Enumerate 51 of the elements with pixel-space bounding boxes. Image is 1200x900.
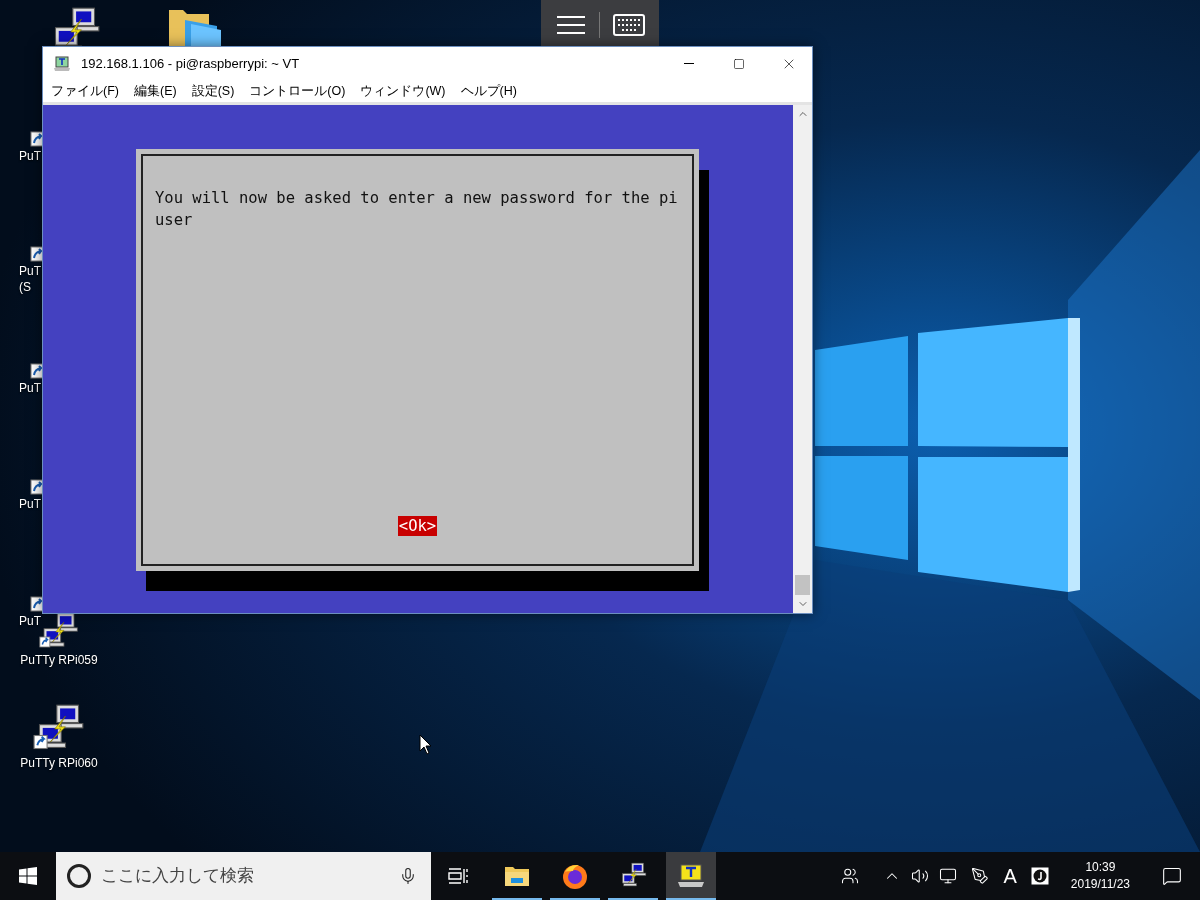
mouse-cursor-icon [419, 734, 432, 755]
minimize-icon [684, 63, 694, 64]
ime-mode-indicator[interactable]: A [1003, 861, 1017, 891]
menu-item[interactable]: 編集(E) [130, 81, 180, 101]
folder-icon [504, 865, 530, 887]
notifications-icon[interactable] [1162, 866, 1182, 886]
maximize-icon [733, 57, 745, 70]
browser-icon [561, 862, 589, 890]
window-title: 192.168.1.106 - pi@raspberrypi: ~ VT [81, 54, 300, 73]
icon-label[interactable]: PuT [19, 380, 41, 396]
clock-time: 10:39 [1085, 859, 1116, 876]
terminal-app-icon [676, 863, 706, 889]
message-text: user [155, 210, 194, 231]
menu-item[interactable]: ヘルプ(H) [457, 81, 520, 101]
people-icon[interactable] [841, 867, 860, 885]
menu-item[interactable]: 設定(S) [188, 81, 238, 101]
clock[interactable]: 10:39 2019/11/23 [1070, 859, 1130, 893]
message-text: You will now be asked to enter a new password for the pi [155, 188, 679, 209]
cortana-icon [67, 864, 91, 888]
icon-label[interactable]: PuT [19, 613, 41, 629]
ime-pad-icon[interactable] [1030, 867, 1049, 885]
task-view-icon [448, 868, 468, 884]
scrollbar[interactable] [793, 105, 812, 613]
search-bar[interactable]: ここに入力して検索 [56, 852, 431, 900]
icon-label[interactable]: PuT [19, 148, 41, 164]
microphone-icon[interactable] [399, 867, 417, 885]
menu-icon[interactable] [555, 15, 586, 35]
icon-label[interactable]: PuT [19, 496, 41, 512]
running-indicator [608, 898, 658, 900]
icon-label[interactable]: (S [19, 279, 31, 295]
menu-item[interactable]: ウィンドウ(W) [357, 81, 449, 101]
ok-button[interactable]: <Ok> [397, 516, 438, 536]
taskbar-app-button[interactable] [666, 852, 716, 900]
search-field[interactable]: ここに入力して検索 [101, 863, 399, 889]
menu-item[interactable]: ファイル(F) [48, 81, 122, 101]
network-icon[interactable] [939, 867, 958, 885]
running-indicator [492, 898, 542, 900]
scroll-thumb[interactable] [795, 575, 810, 595]
windows-icon [19, 867, 37, 885]
running-indicator [550, 898, 600, 900]
running-indicator [666, 898, 716, 900]
icon-label[interactable]: PuTTy RPi060 [20, 755, 98, 771]
volume-icon[interactable] [911, 867, 930, 885]
keyboard-icon[interactable] [612, 14, 645, 36]
terminal-app-icon [53, 55, 71, 72]
putty-icon [619, 862, 647, 890]
icon-label[interactable]: PuTTy RPi059 [20, 652, 98, 668]
pen-icon[interactable] [971, 867, 990, 885]
clock-date: 2019/11/23 [1070, 876, 1130, 893]
icon-label[interactable]: PuT [19, 263, 41, 279]
menu-item[interactable]: コントロール(O) [246, 81, 349, 101]
